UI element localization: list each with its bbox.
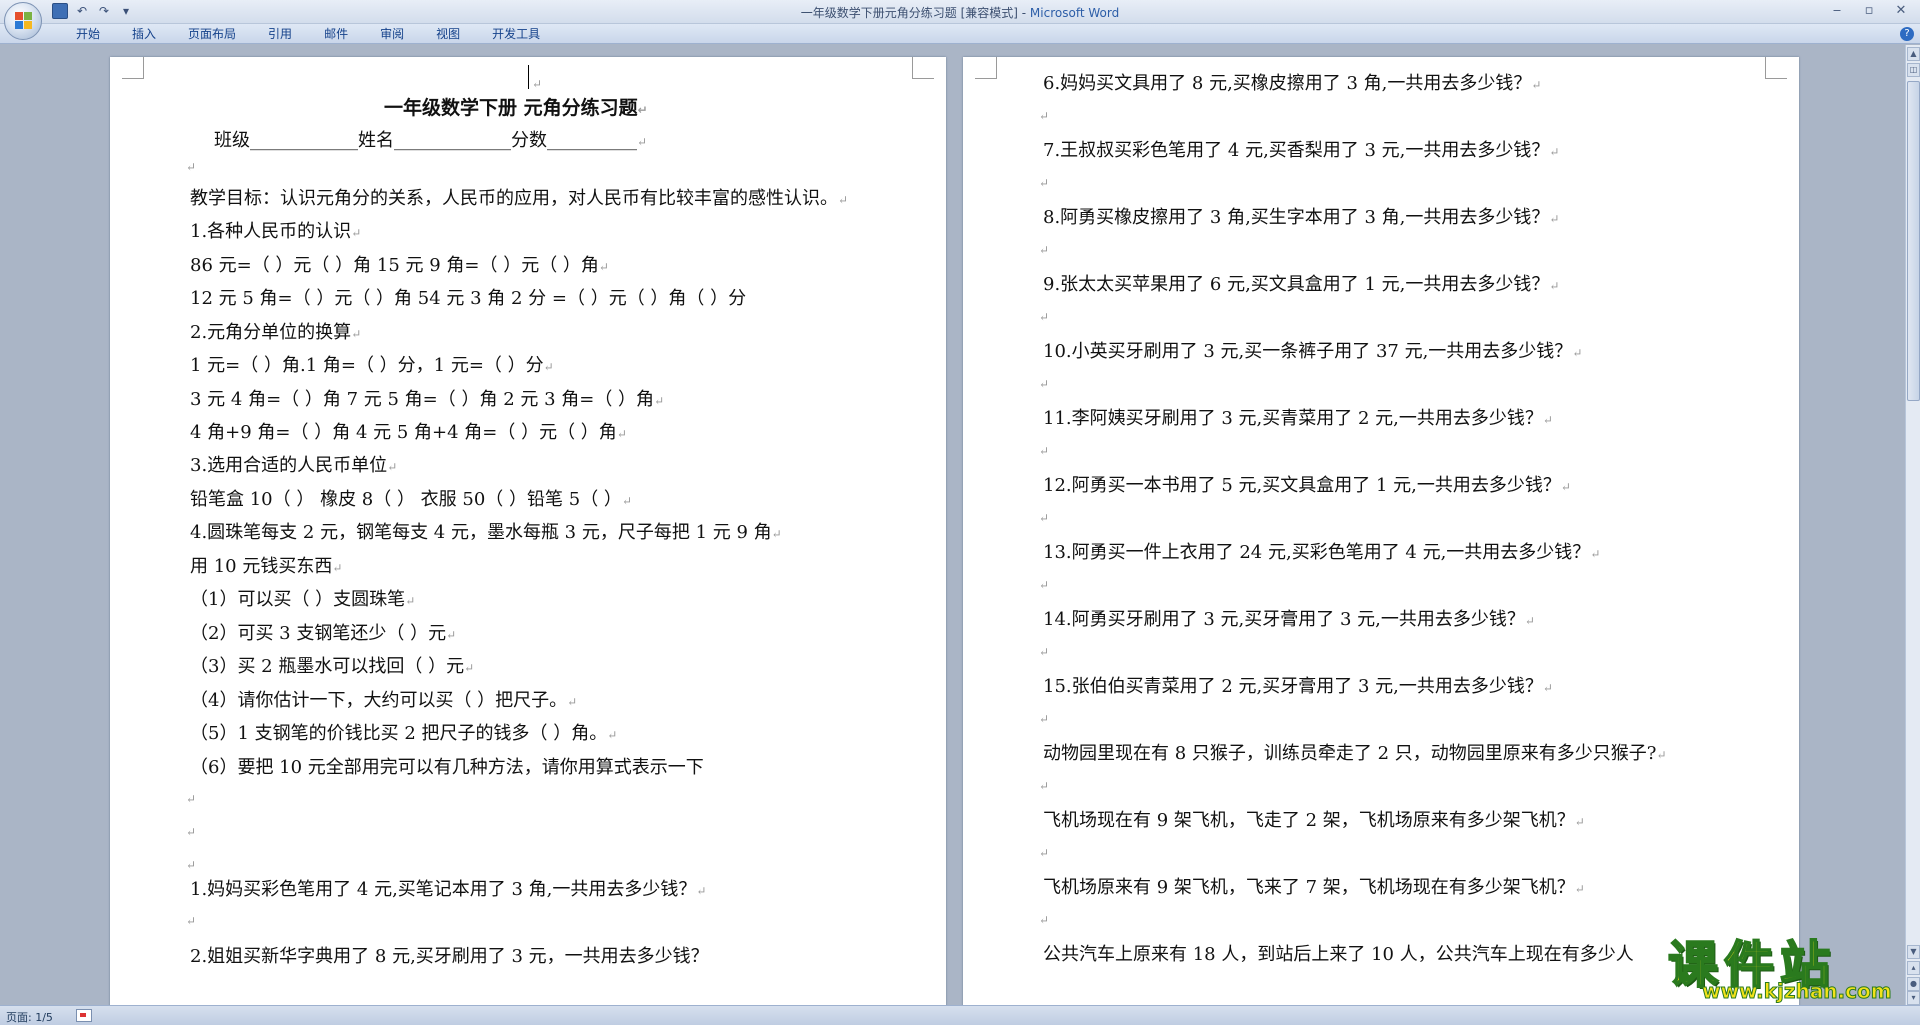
word-problem: 飞机场现在有 9 架飞机，飞走了 2 架，飞机场原来有多少架飞机？↵	[1043, 810, 1585, 831]
question-item: （4）请你估计一下，大约可以买（ ）把尺子。↵	[190, 690, 578, 711]
paragraph-mark: ↵	[186, 914, 197, 928]
exercise-line: 4 角+9 角=（ ）角 4 元 5 角+4 角=（ ）元（ ）角↵	[190, 422, 627, 443]
exercise-line: 铅笔盒 10（ ） 橡皮 8（ ） 衣服 50（ ）铅笔 5（ ）↵	[190, 489, 632, 510]
paragraph-mark: ↵	[1039, 712, 1050, 726]
section-heading: 2.元角分单位的换算↵	[190, 322, 362, 343]
proofing-status-icon[interactable]	[76, 1009, 92, 1022]
office-button[interactable]	[4, 2, 42, 40]
section-heading: 1.各种人民币的认识↵	[190, 221, 362, 242]
paragraph-mark: ↵	[1039, 846, 1050, 860]
tab-view[interactable]: 视图	[420, 27, 476, 41]
paragraph-mark: ↵	[532, 77, 543, 91]
question-item: （3）买 2 瓶墨水可以找回（ ）元↵	[190, 656, 475, 677]
paragraph-mark: ↵	[1039, 109, 1050, 123]
tab-home[interactable]: 开始	[60, 27, 116, 41]
vertical-scrollbar[interactable]: ▲ ◫ ▼ ▴ ● ▾	[1905, 45, 1920, 1005]
crop-mark	[912, 57, 934, 79]
exercise-line: 12 元 5 角=（ ）元（ ）角 54 元 3 角 2 分 =（ ）元（ ）角…	[190, 288, 747, 309]
question-item: （6）要把 10 元全部用完可以有几种方法，请你用算式表示一下	[190, 757, 704, 778]
student-info-line: 班级____________姓名_____________分数_________…	[214, 130, 648, 151]
paragraph-mark: ↵	[1039, 310, 1050, 324]
window-title: 一年级数学下册元角分练习题 [兼容模式] - Microsoft Word	[0, 4, 1920, 21]
word-problem: 8.阿勇买橡皮擦用了 3 角,买生字本用了 3 角,一共用去多少钱？↵	[1043, 207, 1560, 228]
browse-object-icon[interactable]: ●	[1907, 977, 1920, 991]
word-problem: 15.张伯伯买青菜用了 2 元,买牙膏用了 3 元,一共用去多少钱？↵	[1043, 676, 1553, 697]
paragraph-mark: ↵	[1039, 511, 1050, 525]
exercise-line: 3 元 4 角=（ ）角 7 元 5 角=（ ）角 2 元 3 角=（ ）角↵	[190, 389, 665, 410]
teaching-goal: 教学目标：认识元角分的关系，人民币的应用，对人民币有比较丰富的感性认识。↵	[190, 188, 849, 209]
question-item: （5）1 支钢笔的价钱比买 2 把尺子的钱多（ ）角。↵	[190, 723, 618, 744]
scroll-up-icon[interactable]: ▲	[1907, 47, 1920, 61]
exercise-line: 用 10 元钱买东西↵	[190, 556, 343, 577]
scroll-thumb[interactable]	[1907, 81, 1920, 401]
tab-mailings[interactable]: 邮件	[308, 27, 364, 41]
word-problem: 10.小英买牙刷用了 3 元,买一条裤子用了 37 元,一共用去多少钱？↵	[1043, 341, 1583, 362]
crop-mark	[122, 57, 144, 79]
watermark-logo: 课件站 www.kjzhan.com	[1667, 925, 1903, 1004]
word-problem: 飞机场原来有 9 架飞机，飞来了 7 架，飞机场现在有多少架飞机？↵	[1043, 877, 1585, 898]
tab-references[interactable]: 引用	[252, 27, 308, 41]
document-heading: 一年级数学下册 元角分练习题↵	[384, 97, 648, 119]
word-problem: 公共汽车上原来有 18 人，到站后上来了 10 人，公共汽车上现在有多少人	[1043, 944, 1634, 965]
document-title: 一年级数学下册元角分练习题 [兼容模式] -	[800, 6, 1030, 20]
text-caret	[528, 65, 529, 89]
word-problem: 1.妈妈买彩色笔用了 4 元,买笔记本用了 3 角,一共用去多少钱？↵	[190, 879, 707, 900]
word-problem: 11.李阿姨买牙刷用了 3 元,买青菜用了 2 元,一共用去多少钱？↵	[1043, 408, 1553, 429]
paragraph-mark: ↵	[186, 825, 197, 839]
help-icon[interactable]: ?	[1900, 27, 1914, 41]
ruler-toggle-icon[interactable]: ◫	[1907, 63, 1920, 77]
watermark-url: www.kjzhan.com	[1702, 979, 1893, 1004]
paragraph-mark: ↵	[186, 792, 197, 806]
next-page-icon[interactable]: ▾	[1907, 991, 1920, 1005]
scroll-down-icon[interactable]: ▼	[1907, 945, 1920, 959]
tab-developer[interactable]: 开发工具	[476, 27, 556, 41]
exercise-line: 86 元=（ ）元（ ）角 15 元 9 角=（ ）元（ ）角↵	[190, 255, 609, 276]
app-name: Microsoft Word	[1029, 6, 1120, 20]
ribbon: 开始 插入 页面布局 引用 邮件 审阅 视图 开发工具 ?	[0, 24, 1920, 44]
window-controls: ‒ ▫ ✕	[1826, 2, 1912, 20]
page-counter[interactable]: 页面: 1/5	[6, 1009, 53, 1025]
exercise-line: 4.圆珠笔每支 2 元，钢笔每支 4 元，墨水每瓶 3 元，尺子每把 1 元 9…	[190, 522, 782, 543]
paragraph-mark: ↵	[1039, 578, 1050, 592]
paragraph-mark: ↵	[1039, 645, 1050, 659]
question-item: （2）可买 3 支钢笔还少（ ）元↵	[190, 623, 457, 644]
status-bar: 页面: 1/5	[0, 1005, 1920, 1025]
question-item: （1）可以买（ ）支圆珠笔↵	[190, 589, 416, 610]
document-area[interactable]: ↵ 一年级数学下册 元角分练习题↵ 班级____________姓名______…	[0, 45, 1905, 1005]
close-icon[interactable]: ✕	[1890, 2, 1912, 20]
paragraph-mark: ↵	[186, 160, 197, 174]
tab-review[interactable]: 审阅	[364, 27, 420, 41]
page-right[interactable]: 6.妈妈买文具用了 8 元,买橡皮擦用了 3 角,一共用去多少钱？↵ ↵ 7.王…	[963, 57, 1799, 1005]
paragraph-mark: ↵	[1039, 779, 1050, 793]
office-logo-icon	[15, 12, 33, 30]
word-problem: 7.王叔叔买彩色笔用了 4 元,买香梨用了 3 元,一共用去多少钱？↵	[1043, 140, 1560, 161]
title-bar: ↶ ↷ ▾ 一年级数学下册元角分练习题 [兼容模式] - Microsoft W…	[0, 0, 1920, 24]
minimize-icon[interactable]: ‒	[1826, 2, 1848, 20]
tab-insert[interactable]: 插入	[116, 27, 172, 41]
word-problem: 13.阿勇买一件上衣用了 24 元,买彩色笔用了 4 元,一共用去多少钱？↵	[1043, 542, 1601, 563]
section-heading: 3.选用合适的人民币单位↵	[190, 455, 398, 476]
crop-mark	[975, 57, 997, 79]
paragraph-mark: ↵	[1039, 377, 1050, 391]
word-problem: 动物园里现在有 8 只猴子，训练员牵走了 2 只，动物园里原来有多少只猴子?↵	[1043, 743, 1667, 764]
paragraph-mark: ↵	[1039, 444, 1050, 458]
paragraph-mark: ↵	[186, 858, 197, 872]
previous-page-icon[interactable]: ▴	[1907, 961, 1920, 975]
paragraph-mark: ↵	[1039, 243, 1050, 257]
word-problem: 14.阿勇买牙刷用了 3 元,买牙膏用了 3 元,一共用去多少钱？↵	[1043, 609, 1535, 630]
word-problem: 12.阿勇买一本书用了 5 元,买文具盒用了 1 元,一共用去多少钱？↵	[1043, 475, 1571, 496]
crop-mark	[1765, 57, 1787, 79]
word-problem: 6.妈妈买文具用了 8 元,买橡皮擦用了 3 角,一共用去多少钱？↵	[1043, 73, 1542, 94]
page-left[interactable]: ↵ 一年级数学下册 元角分练习题↵ 班级____________姓名______…	[110, 57, 946, 1005]
paragraph-mark: ↵	[1039, 176, 1050, 190]
ribbon-tabs: 开始 插入 页面布局 引用 邮件 审阅 视图 开发工具	[60, 27, 556, 41]
maximize-icon[interactable]: ▫	[1858, 2, 1880, 20]
tab-page-layout[interactable]: 页面布局	[172, 27, 252, 41]
paragraph-mark: ↵	[1039, 913, 1050, 927]
word-problem: 2.姐姐买新华字典用了 8 元,买牙刷用了 3 元，一共用去多少钱？	[190, 946, 709, 967]
exercise-line: 1 元=（ ）角.1 角=（ ）分，1 元=（ ）分↵	[190, 355, 554, 376]
word-problem: 9.张太太买苹果用了 6 元,买文具盒用了 1 元,一共用去多少钱？↵	[1043, 274, 1560, 295]
